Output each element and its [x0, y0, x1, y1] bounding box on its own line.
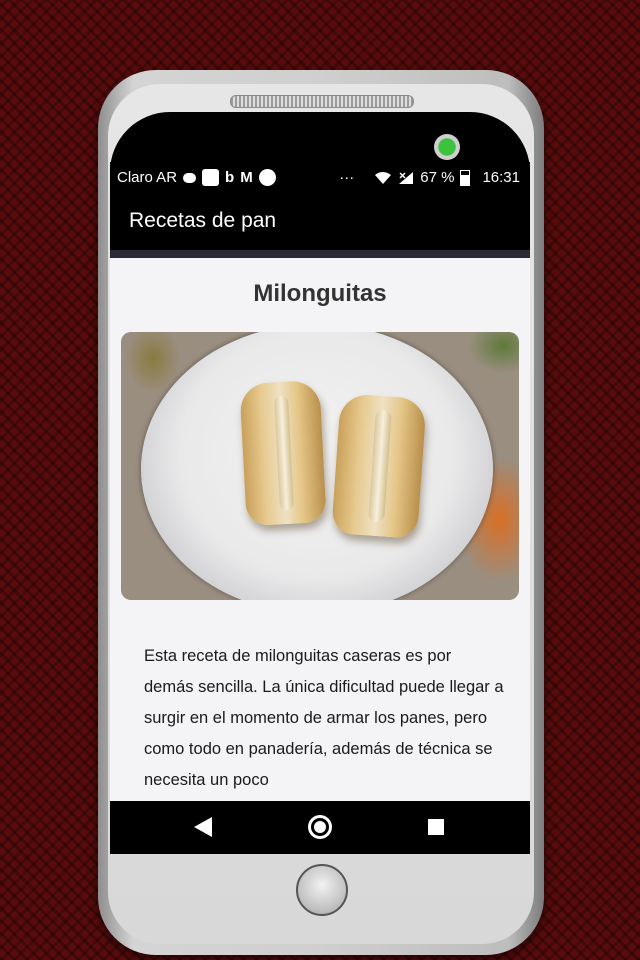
circle-icon: [258, 169, 276, 186]
recipe-description: Esta receta de milonguitas caseras es po…: [144, 647, 504, 789]
camera-led-icon: [434, 134, 460, 160]
app-title: Recetas de pan: [129, 209, 277, 232]
recents-icon[interactable]: [428, 819, 444, 835]
phone-screen: Claro AR b M ··· 67 % 16:31 Recetas de p…: [110, 162, 530, 854]
navigation-bar: [110, 801, 530, 854]
status-bar: Claro AR b M ··· 67 % 16:31: [110, 162, 530, 192]
app-bar-divider: [110, 250, 530, 258]
square-icon: [202, 169, 220, 186]
recipe-title: Milonguitas: [253, 280, 387, 307]
back-icon[interactable]: [194, 817, 212, 837]
wifi-icon: [375, 171, 392, 184]
recipe-content[interactable]: Milonguitas Esta receta de milonguitas c…: [110, 258, 530, 801]
earpiece-speaker: [230, 95, 414, 108]
app-bar: Recetas de pan: [110, 192, 530, 250]
b-logo-icon: b: [225, 169, 235, 186]
bread-roll: [331, 393, 427, 539]
battery-percent: 67 %: [420, 169, 455, 186]
carrier-label: Claro AR: [117, 169, 178, 186]
home-icon[interactable]: [308, 815, 332, 839]
chat-bubble-icon: [183, 172, 197, 183]
gmail-icon: M: [240, 169, 253, 186]
bread-roll: [239, 380, 327, 526]
battery-icon: [460, 169, 471, 186]
clock: 16:31: [482, 169, 520, 186]
hardware-home-button[interactable]: [296, 864, 348, 916]
plate-image: [141, 332, 493, 600]
recipe-photo: [121, 332, 519, 600]
signal-icon: [399, 171, 414, 184]
more-notifications: ···: [339, 169, 355, 186]
